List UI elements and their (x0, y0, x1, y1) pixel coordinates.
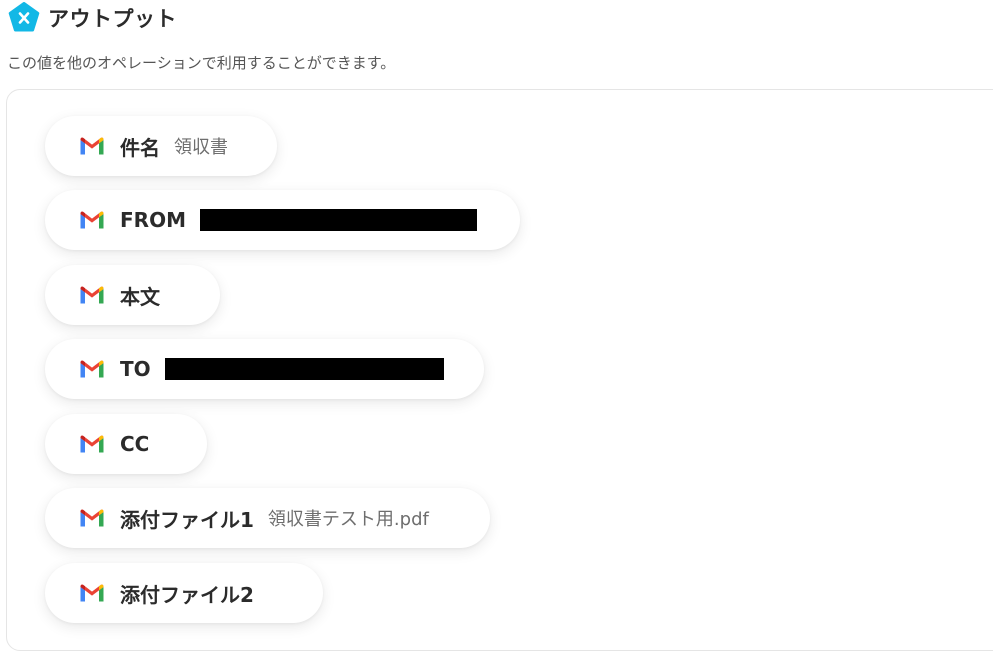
output-item-cc[interactable]: CC (45, 414, 207, 474)
output-item-body[interactable]: 本文 (45, 265, 220, 325)
gmail-icon (80, 211, 104, 229)
output-label: 件名 (120, 135, 160, 160)
output-item-attachment-2[interactable]: 添付ファイル2 (45, 563, 323, 623)
redacted-value (164, 358, 444, 380)
output-item-from[interactable]: FROM (45, 190, 520, 250)
output-label: 添付ファイル2 (120, 582, 254, 607)
output-value: 領収書 (174, 137, 228, 158)
gmail-icon (80, 137, 104, 155)
gmail-icon (80, 360, 104, 378)
section-header: アウトプット (8, 2, 177, 33)
gmail-icon (80, 584, 104, 602)
redacted-value (199, 209, 477, 231)
output-label: 添付ファイル1 (120, 507, 254, 532)
output-value: 領収書テスト用.pdf (267, 509, 429, 530)
output-item-subject[interactable]: 件名 領収書 (45, 116, 277, 176)
gmail-icon (80, 509, 104, 527)
output-label: 本文 (120, 284, 160, 309)
gmail-icon (80, 435, 104, 453)
section-description: この値を他のオペレーションで利用することができます。 (7, 54, 396, 72)
output-label: CC (120, 432, 150, 456)
output-label: TO (120, 357, 151, 381)
output-label: FROM (120, 208, 186, 232)
section-title: アウトプット (48, 7, 177, 31)
gmail-icon (80, 286, 104, 304)
output-item-attachment-1[interactable]: 添付ファイル1 領収書テスト用.pdf (45, 488, 490, 548)
x-pentagon-icon (8, 2, 40, 32)
output-item-to[interactable]: TO (45, 339, 484, 399)
